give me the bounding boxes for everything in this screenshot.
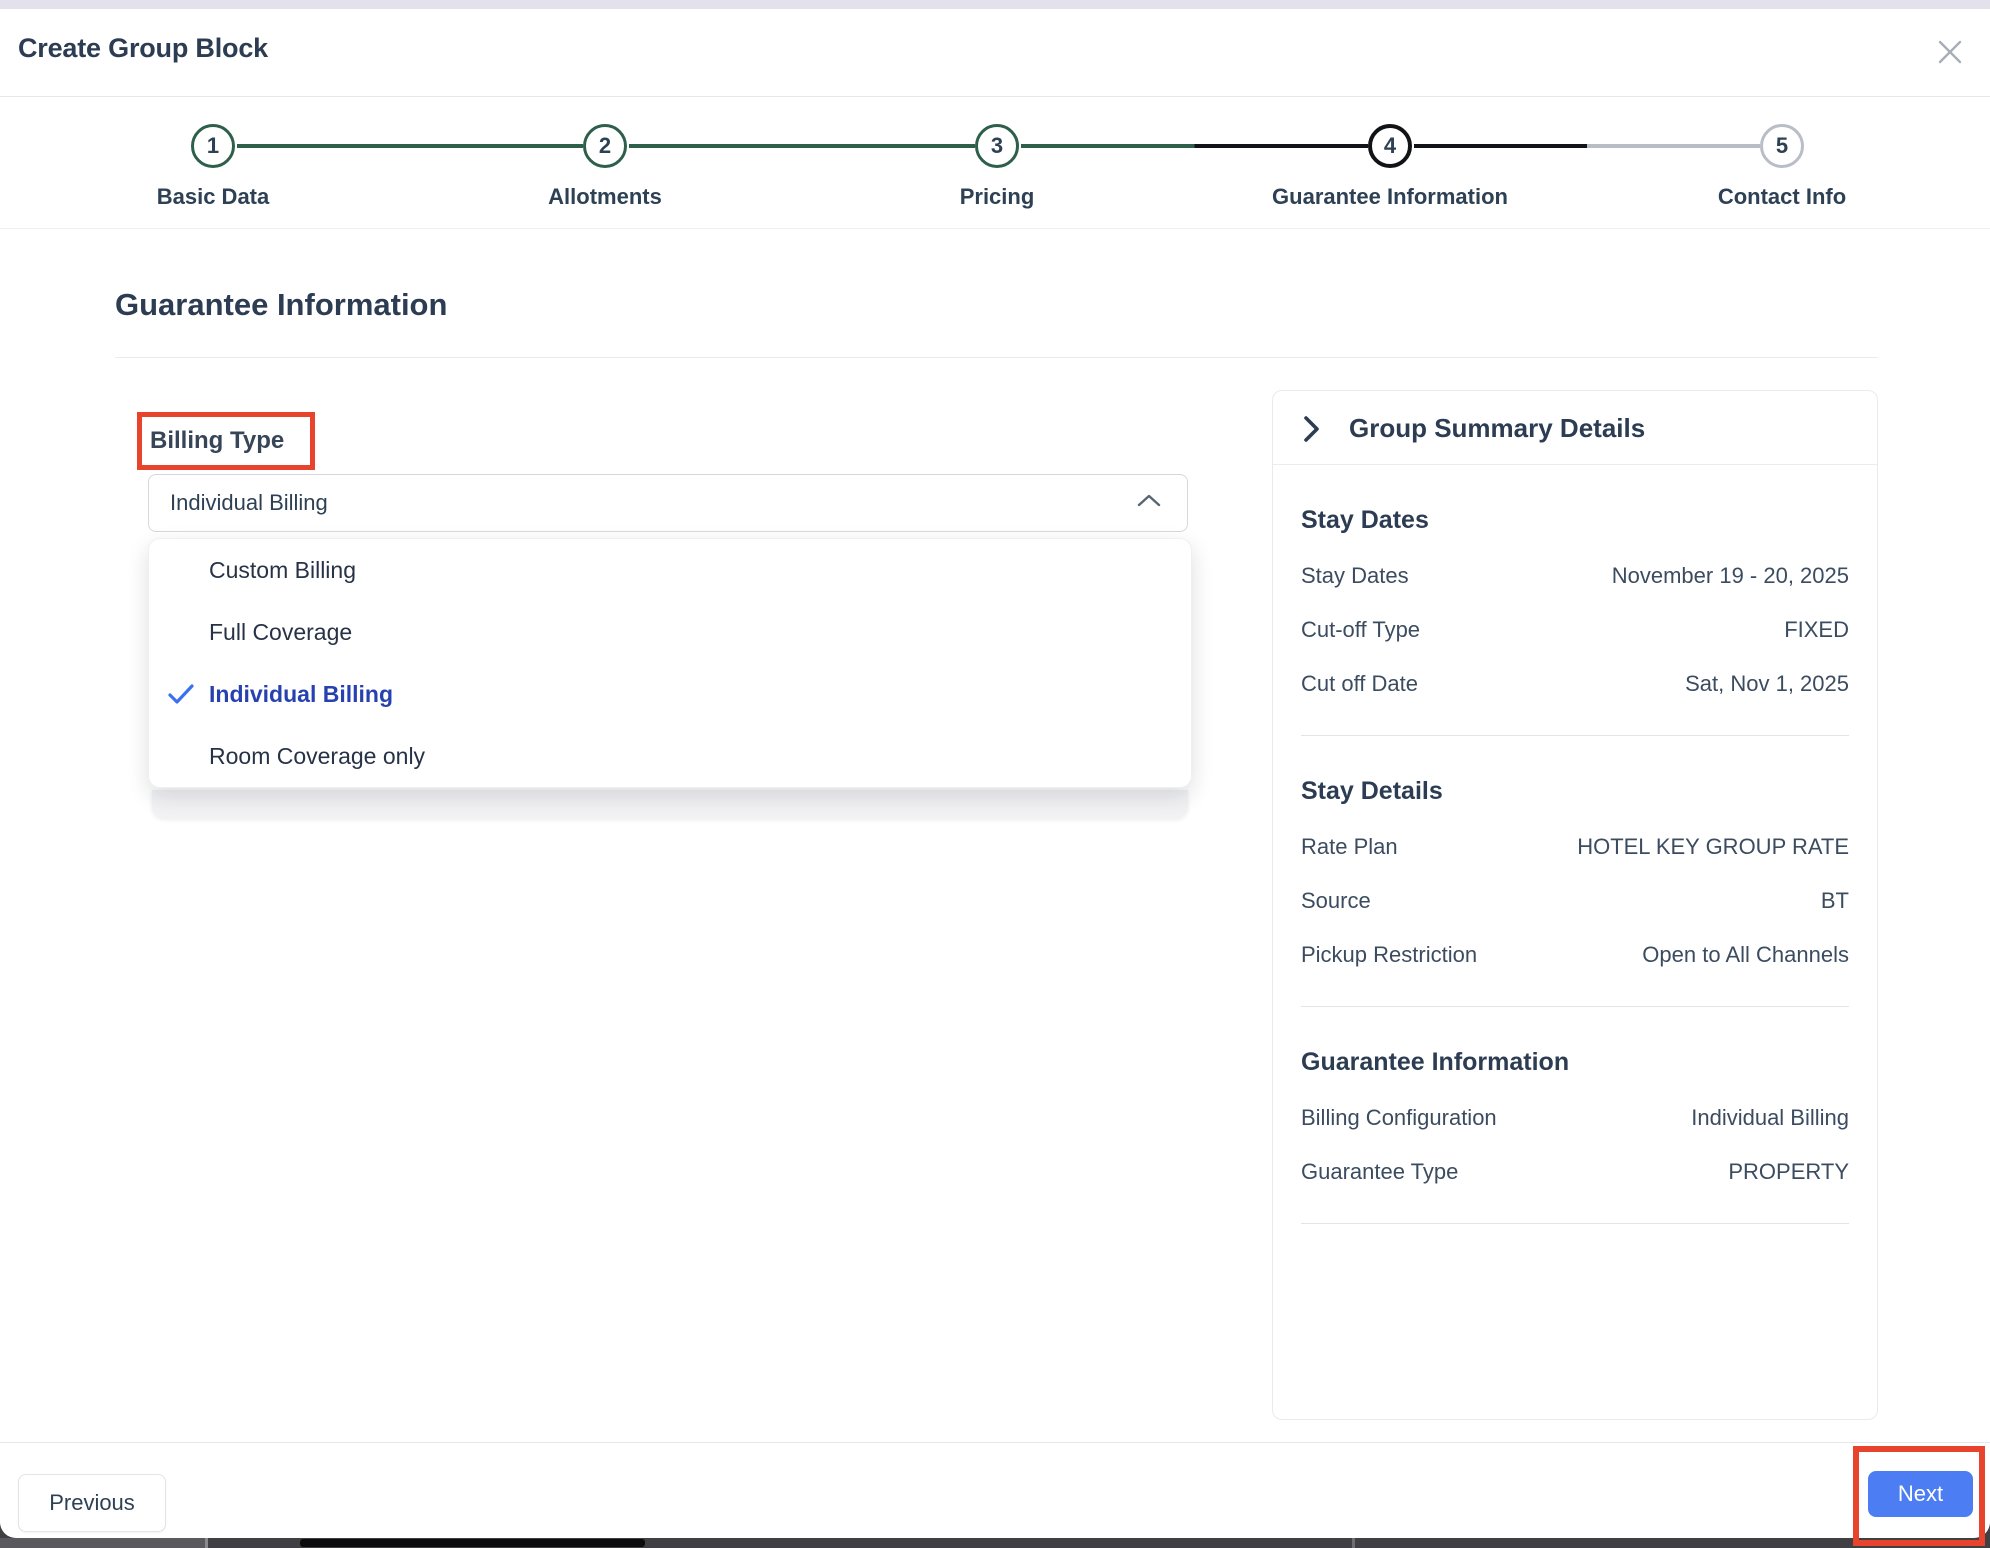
background-page-divider <box>205 1538 208 1548</box>
summary-row-label: Pickup Restriction <box>1301 942 1477 968</box>
step-connector <box>629 144 975 148</box>
section-divider <box>115 357 1878 358</box>
summary-row-label: Rate Plan <box>1301 834 1398 860</box>
step-label: Allotments <box>445 184 765 210</box>
close-icon <box>1937 39 1963 68</box>
chevron-up-icon <box>1137 494 1161 512</box>
step-pricing[interactable]: 3 Pricing <box>837 98 1157 210</box>
background-page-divider <box>1352 1538 1355 1548</box>
background-page-text-fragment <box>300 1539 645 1547</box>
summary-row: Rate Plan HOTEL KEY GROUP RATE <box>1301 834 1849 860</box>
summary-row-value: Open to All Channels <box>1642 942 1849 968</box>
summary-row-label: Stay Dates <box>1301 563 1409 589</box>
group-summary-panel: Group Summary Details Stay Dates Stay Da… <box>1272 390 1878 1420</box>
summary-row-value: PROPERTY <box>1728 1159 1849 1185</box>
summary-divider <box>1301 1006 1849 1007</box>
summary-row: Stay Dates November 19 - 20, 2025 <box>1301 563 1849 589</box>
summary-section-heading: Stay Dates <box>1301 506 1849 535</box>
summary-row: Cut off Date Sat, Nov 1, 2025 <box>1301 671 1849 697</box>
hidden-field-edge <box>152 790 1188 818</box>
step-label: Contact Info <box>1622 184 1942 210</box>
summary-row-label: Guarantee Type <box>1301 1159 1458 1185</box>
step-connector <box>1021 144 1368 148</box>
page-top-strip <box>0 0 1990 9</box>
step-allotments[interactable]: 2 Allotments <box>445 98 765 210</box>
billing-type-highlight-box: Billing Type <box>137 412 315 470</box>
close-button[interactable] <box>1928 31 1972 75</box>
wizard-stepper: 1 Basic Data 2 Allotments 3 Pricing 4 Gu… <box>0 98 1990 229</box>
summary-section-heading: Stay Details <box>1301 777 1849 806</box>
step-label: Basic Data <box>53 184 373 210</box>
summary-row: Pickup Restriction Open to All Channels <box>1301 942 1849 968</box>
option-individual-billing[interactable]: Individual Billing <box>149 663 1191 725</box>
step-guarantee-information[interactable]: 4 Guarantee Information <box>1230 98 1550 210</box>
option-label: Individual Billing <box>209 681 393 708</box>
option-full-coverage[interactable]: Full Coverage <box>149 601 1191 663</box>
billing-type-label: Billing Type <box>150 427 284 455</box>
summary-divider <box>1301 735 1849 736</box>
previous-button[interactable]: Previous <box>18 1474 166 1532</box>
check-icon <box>167 683 195 705</box>
step-label: Guarantee Information <box>1230 184 1550 210</box>
group-summary-header[interactable]: Group Summary Details <box>1273 391 1877 465</box>
step-number-badge[interactable]: 2 <box>583 124 627 168</box>
next-button[interactable]: Next <box>1868 1471 1973 1517</box>
option-room-coverage-only[interactable]: Room Coverage only <box>149 725 1191 787</box>
summary-row-label: Cut off Date <box>1301 671 1418 697</box>
summary-row: Source BT <box>1301 888 1849 914</box>
step-connector <box>1414 144 1760 148</box>
chevron-right-icon[interactable] <box>1303 415 1321 443</box>
summary-row-value: BT <box>1821 888 1849 914</box>
summary-row-value: FIXED <box>1784 617 1849 643</box>
summary-row: Billing Configuration Individual Billing <box>1301 1105 1849 1131</box>
summary-section-heading: Guarantee Information <box>1301 1048 1849 1077</box>
step-number-badge[interactable]: 5 <box>1760 124 1804 168</box>
billing-type-selected-value: Individual Billing <box>170 490 1137 516</box>
summary-row-label: Billing Configuration <box>1301 1105 1497 1131</box>
option-custom-billing[interactable]: Custom Billing <box>149 539 1191 601</box>
summary-row-value: November 19 - 20, 2025 <box>1612 563 1849 589</box>
summary-row-value: Individual Billing <box>1691 1105 1849 1131</box>
footer-divider <box>0 1442 1990 1443</box>
page-title: Guarantee Information <box>115 287 447 323</box>
step-number-badge[interactable]: 4 <box>1368 124 1412 168</box>
summary-row-value: Sat, Nov 1, 2025 <box>1685 671 1849 697</box>
step-label: Pricing <box>837 184 1157 210</box>
summary-row-label: Cut-off Type <box>1301 617 1420 643</box>
summary-row-label: Source <box>1301 888 1371 914</box>
summary-row-value: HOTEL KEY GROUP RATE <box>1577 834 1849 860</box>
create-group-block-modal: Create Group Block 1 Basic Data 2 Allotm… <box>0 9 1990 1538</box>
step-contact-info[interactable]: 5 Contact Info <box>1622 98 1942 210</box>
step-basic-data[interactable]: 1 Basic Data <box>53 98 373 210</box>
summary-row: Cut-off Type FIXED <box>1301 617 1849 643</box>
billing-type-dropdown: Custom Billing Full Coverage Individual … <box>148 538 1192 788</box>
modal-header: Create Group Block <box>0 9 1990 97</box>
summary-divider <box>1301 1223 1849 1224</box>
billing-type-select[interactable]: Individual Billing <box>148 474 1188 532</box>
summary-row: Guarantee Type PROPERTY <box>1301 1159 1849 1185</box>
group-summary-title: Group Summary Details <box>1349 413 1645 444</box>
step-number-badge[interactable]: 1 <box>191 124 235 168</box>
step-number-badge[interactable]: 3 <box>975 124 1019 168</box>
step-connector <box>237 144 583 148</box>
modal-title: Create Group Block <box>18 33 268 64</box>
background-page-fragment <box>0 1538 205 1548</box>
group-summary-body: Stay Dates Stay Dates November 19 - 20, … <box>1273 506 1877 1224</box>
